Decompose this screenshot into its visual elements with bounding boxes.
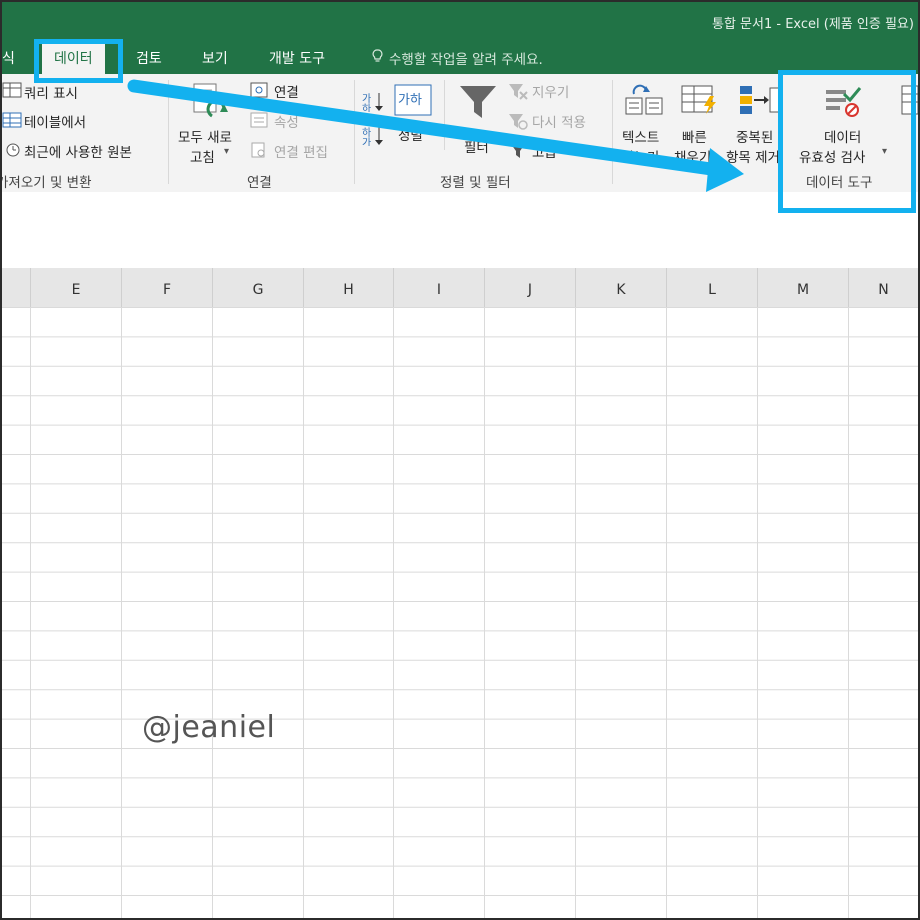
pointer-arrow <box>127 79 744 192</box>
excel-window: 통합 문서1 - Excel (제품 인증 필요) 식 데이터 검토 보기 개발… <box>0 0 920 920</box>
